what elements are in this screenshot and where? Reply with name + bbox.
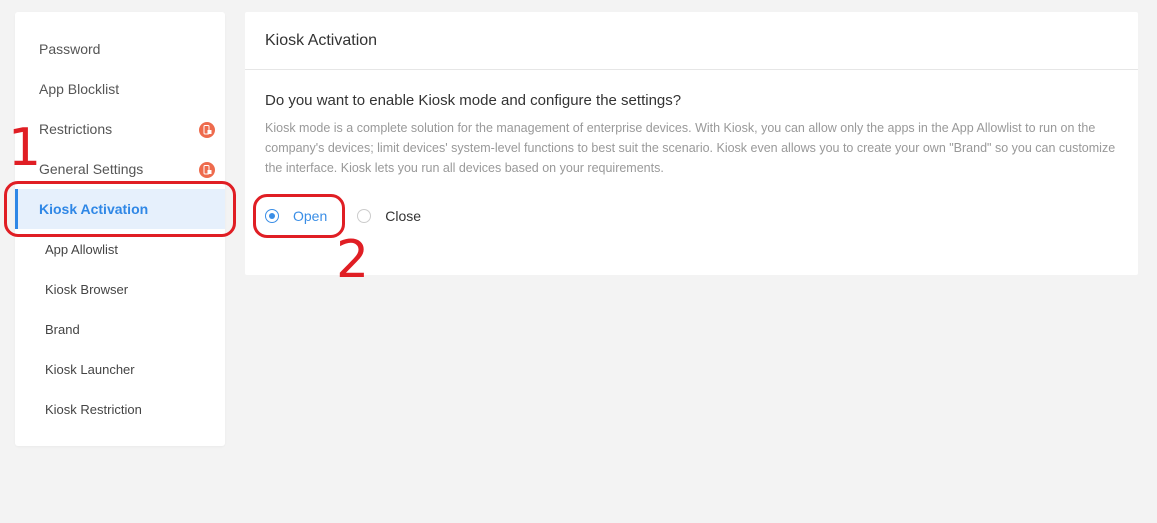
sidebar-item-kiosk-launcher[interactable]: Kiosk Launcher (15, 349, 225, 389)
kiosk-description: Kiosk mode is a complete solution for th… (265, 121, 1116, 175)
sidebar-item-label: Password (39, 41, 101, 57)
radio-checked-icon[interactable] (265, 209, 279, 223)
open-radio[interactable]: Open (265, 208, 327, 224)
sidebar-item-label: Restrictions (39, 121, 113, 137)
sidebar-item-app-allowlist[interactable]: App Allowlist (15, 229, 225, 269)
sidebar-item-kiosk-restriction[interactable]: Kiosk Restriction (15, 389, 225, 429)
sidebar-item-restrictions[interactable]: Restrictions (15, 109, 225, 149)
kiosk-mode-radio-group: Open Close (265, 208, 421, 224)
device-lock-badge-icon (199, 122, 215, 138)
sidebar-item-brand[interactable]: Brand (15, 309, 225, 349)
sidebar-item-kiosk-activation[interactable]: Kiosk Activation (15, 189, 225, 229)
sidebar-item-general-settings[interactable]: General Settings (15, 149, 225, 189)
sidebar-item-label: Kiosk Browser (45, 281, 129, 297)
sidebar-item-label: General Settings (39, 161, 144, 177)
device-lock-badge-icon (199, 162, 215, 178)
sidebar-item-label: App Allowlist (45, 241, 118, 257)
sidebar-item-label: Brand (45, 321, 80, 337)
sidebar-item-kiosk-browser[interactable]: Kiosk Browser (15, 269, 225, 309)
close-radio-label[interactable]: Close (385, 208, 421, 224)
sidebar-item-label: Kiosk Launcher (45, 361, 135, 377)
radio-unchecked-icon[interactable] (357, 209, 372, 223)
kiosk-activation-panel: Kiosk Activation Do you want to enable K… (245, 12, 1138, 275)
sidebar-item-label: Kiosk Restriction (45, 401, 142, 417)
open-radio-label[interactable]: Open (293, 208, 327, 224)
sidebar-item-label: Kiosk Activation (39, 201, 149, 217)
sidebar-item-label: App Blocklist (39, 81, 120, 97)
panel-title: Kiosk Activation (245, 12, 1138, 70)
close-radio[interactable]: Close (357, 208, 421, 224)
sidebar-item-password[interactable]: Password (15, 29, 225, 69)
sidebar-item-app-blocklist[interactable]: App Blocklist (15, 69, 225, 109)
kiosk-question: Do you want to enable Kiosk mode and con… (265, 92, 682, 109)
settings-sidebar: Password App Blocklist Restrictions Gene… (15, 12, 225, 446)
